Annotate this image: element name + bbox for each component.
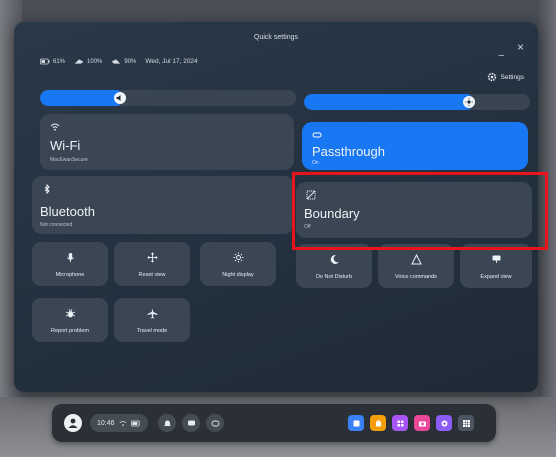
avatar[interactable] (64, 414, 82, 432)
expand-view-label: Expand view (480, 274, 512, 280)
app-grid-icon[interactable] (458, 415, 474, 431)
volume-slider-knob[interactable] (114, 92, 126, 104)
volume-icon (116, 95, 121, 101)
wifi-label: Wi-Fi (50, 138, 81, 153)
reset-view-icon (146, 252, 158, 263)
bluetooth-status: Not connected (40, 222, 73, 228)
brightness-slider-knob[interactable] (463, 96, 475, 108)
reset-view-label: Reset view (138, 272, 166, 278)
app-icon-1-glyph (353, 420, 359, 426)
passthrough-icon (312, 132, 322, 138)
moon-icon (330, 254, 339, 264)
controller-right-icon (112, 59, 121, 64)
volume-slider-fill (40, 90, 124, 106)
clock-status-pill[interactable]: 10:46 (90, 414, 148, 432)
report-problem-label: Report problem (51, 328, 89, 334)
voice-commands-icon (410, 254, 422, 265)
app-icon-1[interactable] (348, 415, 364, 431)
wifi-status-icon (119, 420, 126, 426)
night-display-icon (233, 252, 243, 263)
notifications-button[interactable] (158, 414, 176, 432)
app-icon-3-glyph (397, 420, 403, 426)
panel-title: Quick settings (254, 34, 298, 41)
passthrough-label: Passthrough (312, 144, 385, 159)
left-controller-battery: 100% (74, 58, 102, 65)
bluetooth-icon (44, 184, 50, 194)
left-controller-battery-value: 100% (87, 58, 103, 65)
travel-mode-label: Travel mode (136, 328, 168, 334)
brightness-icon (465, 98, 473, 106)
right-controller-battery-value: 90% (124, 58, 137, 65)
do-not-disturb-label: Do Not Disturb (315, 274, 353, 280)
taskbar: 10:46 (52, 404, 496, 442)
brightness-slider[interactable] (304, 94, 530, 110)
gear-icon (487, 72, 496, 82)
microphone-icon (66, 253, 74, 262)
microphone-tile[interactable]: Microphone (32, 242, 108, 286)
voice-commands-label: Voice commands (395, 274, 437, 280)
minimize-icon[interactable]: – (498, 50, 504, 61)
app-icon-3[interactable] (392, 415, 408, 431)
wifi-icon (50, 123, 60, 131)
people-icon (211, 420, 219, 426)
clock-time: 10:46 (97, 419, 115, 427)
controller-left-icon (74, 59, 84, 64)
headset-battery: 61% (40, 58, 65, 65)
settings-label: Settings (500, 73, 525, 81)
avatar-icon (68, 418, 78, 428)
passthrough-tile[interactable]: Passthrough On (302, 122, 528, 170)
bluetooth-label: Bluetooth (40, 204, 95, 219)
expand-view-tile[interactable]: Expand view (460, 244, 532, 288)
app-icon-2-glyph (375, 419, 381, 426)
microphone-label: Microphone (55, 272, 85, 278)
headset-battery-value: 61% (53, 58, 66, 65)
battery-status-icon (130, 420, 140, 426)
app-icon-5[interactable] (436, 415, 452, 431)
camera-icon[interactable] (414, 415, 430, 431)
report-problem-tile[interactable]: Report problem (32, 298, 108, 342)
people-button[interactable] (206, 414, 224, 432)
reset-view-tile[interactable]: Reset view (114, 242, 190, 286)
notification-icon (163, 420, 171, 426)
brightness-slider-fill (304, 94, 474, 110)
headset-battery-icon (40, 58, 50, 65)
volume-slider[interactable] (40, 90, 296, 106)
night-display-label: Night display (222, 272, 254, 278)
expand-view-icon (492, 255, 500, 263)
messages-button[interactable] (182, 414, 200, 432)
boundary-highlight-box (292, 172, 548, 250)
airplane-icon (147, 308, 157, 319)
wifi-network: MacEwanSecure (50, 157, 88, 163)
settings-button[interactable]: Settings (487, 72, 525, 82)
app-icon-2[interactable] (370, 415, 386, 431)
bluetooth-tile[interactable]: Bluetooth Not connected (32, 176, 294, 234)
app-grid-glyph (462, 419, 470, 427)
chat-icon (187, 420, 195, 425)
close-icon[interactable]: × (517, 40, 524, 54)
passthrough-status: On (312, 160, 319, 166)
app-icon-5-glyph (441, 420, 447, 426)
voice-commands-tile[interactable]: Voice commands (378, 244, 454, 288)
status-row: 61% 100% 90% Wed, Jul 17, 2024 (40, 58, 198, 65)
camera-glyph (418, 421, 426, 426)
do-not-disturb-tile[interactable]: Do Not Disturb (296, 244, 372, 288)
travel-mode-tile[interactable]: Travel mode (114, 298, 190, 342)
date-text: Wed, Jul 17, 2024 (145, 58, 198, 65)
bug-icon (65, 308, 75, 318)
right-controller-battery: 90% (111, 58, 136, 65)
night-display-tile[interactable]: Night display (200, 242, 276, 286)
wifi-tile[interactable]: Wi-Fi MacEwanSecure (40, 114, 294, 170)
